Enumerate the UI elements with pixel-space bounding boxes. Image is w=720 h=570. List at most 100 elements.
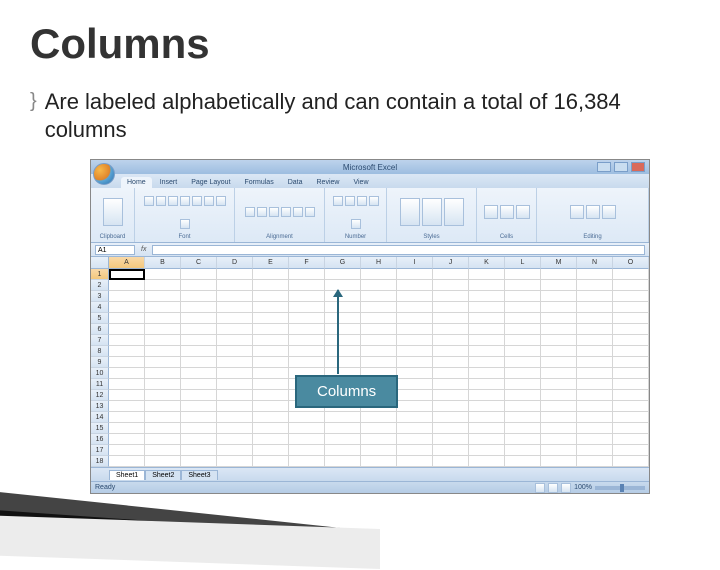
cell[interactable]	[217, 357, 253, 368]
cell[interactable]	[469, 335, 505, 346]
cell[interactable]	[253, 390, 289, 401]
cell[interactable]	[505, 324, 541, 335]
cell[interactable]	[577, 434, 613, 445]
increase-decimal-icon[interactable]	[369, 196, 379, 206]
cell[interactable]	[469, 313, 505, 324]
cell[interactable]	[469, 456, 505, 467]
cell[interactable]	[217, 390, 253, 401]
cell[interactable]	[613, 346, 649, 357]
cell[interactable]	[613, 379, 649, 390]
cell[interactable]	[577, 335, 613, 346]
cell[interactable]	[505, 379, 541, 390]
wrap-text-icon[interactable]	[281, 207, 291, 217]
cell[interactable]	[397, 401, 433, 412]
cell[interactable]	[613, 280, 649, 291]
row-header-10[interactable]: 10	[91, 368, 109, 379]
cell[interactable]	[469, 434, 505, 445]
cell[interactable]	[253, 324, 289, 335]
cell[interactable]	[469, 302, 505, 313]
cell[interactable]	[433, 280, 469, 291]
cell[interactable]	[469, 291, 505, 302]
cell[interactable]	[109, 324, 145, 335]
cell[interactable]	[541, 423, 577, 434]
cell[interactable]	[433, 335, 469, 346]
cell[interactable]	[397, 456, 433, 467]
column-header-J[interactable]: J	[433, 257, 469, 269]
column-header-F[interactable]: F	[289, 257, 325, 269]
cell[interactable]	[145, 346, 181, 357]
column-header-M[interactable]: M	[541, 257, 577, 269]
cell[interactable]	[325, 335, 361, 346]
row-header-13[interactable]: 13	[91, 401, 109, 412]
cell[interactable]	[469, 324, 505, 335]
cell[interactable]	[253, 313, 289, 324]
cell[interactable]	[577, 313, 613, 324]
cell[interactable]	[217, 324, 253, 335]
insert-icon[interactable]	[484, 205, 498, 219]
cell[interactable]	[433, 412, 469, 423]
cell[interactable]	[361, 302, 397, 313]
cell[interactable]	[577, 291, 613, 302]
cell[interactable]	[433, 291, 469, 302]
row-header-7[interactable]: 7	[91, 335, 109, 346]
align-center-icon[interactable]	[257, 207, 267, 217]
cell[interactable]	[577, 456, 613, 467]
cell[interactable]	[613, 335, 649, 346]
cell[interactable]	[433, 313, 469, 324]
cell[interactable]	[397, 269, 433, 280]
row-header-4[interactable]: 4	[91, 302, 109, 313]
cell[interactable]	[361, 324, 397, 335]
cell[interactable]	[577, 357, 613, 368]
cell[interactable]	[505, 302, 541, 313]
delete-icon[interactable]	[500, 205, 514, 219]
cell[interactable]	[253, 269, 289, 280]
cell[interactable]	[541, 379, 577, 390]
row-header-3[interactable]: 3	[91, 291, 109, 302]
decrease-decimal-icon[interactable]	[351, 219, 361, 229]
tab-view[interactable]: View	[347, 177, 374, 188]
cell[interactable]	[109, 346, 145, 357]
cell[interactable]	[397, 357, 433, 368]
cell[interactable]	[397, 335, 433, 346]
minimize-button[interactable]	[597, 162, 611, 172]
cell[interactable]	[577, 412, 613, 423]
cell[interactable]	[397, 390, 433, 401]
row-header-12[interactable]: 12	[91, 390, 109, 401]
cell[interactable]	[469, 368, 505, 379]
view-break-icon[interactable]	[561, 483, 571, 493]
cell[interactable]	[469, 346, 505, 357]
indent-icon[interactable]	[305, 207, 315, 217]
cell[interactable]	[541, 280, 577, 291]
cell[interactable]	[613, 445, 649, 456]
cell[interactable]	[253, 280, 289, 291]
cell[interactable]	[145, 313, 181, 324]
cell[interactable]	[253, 401, 289, 412]
cell[interactable]	[397, 313, 433, 324]
cell[interactable]	[181, 379, 217, 390]
cell[interactable]	[397, 280, 433, 291]
cell[interactable]	[577, 401, 613, 412]
cell[interactable]	[397, 434, 433, 445]
cell[interactable]	[433, 390, 469, 401]
name-box[interactable]: A1	[95, 245, 135, 255]
cell[interactable]	[613, 313, 649, 324]
cell[interactable]	[109, 379, 145, 390]
cell[interactable]	[433, 434, 469, 445]
cell[interactable]	[181, 324, 217, 335]
cell[interactable]	[433, 445, 469, 456]
merge-icon[interactable]	[293, 207, 303, 217]
cell[interactable]	[505, 280, 541, 291]
cell[interactable]	[289, 412, 325, 423]
cell[interactable]	[397, 412, 433, 423]
cell[interactable]	[397, 423, 433, 434]
column-header-B[interactable]: B	[145, 257, 181, 269]
cell[interactable]	[397, 368, 433, 379]
cell[interactable]	[361, 346, 397, 357]
percent-icon[interactable]	[345, 196, 355, 206]
font-size-icon[interactable]	[216, 196, 226, 206]
column-header-C[interactable]: C	[181, 257, 217, 269]
cell[interactable]	[505, 368, 541, 379]
cell[interactable]	[577, 390, 613, 401]
font-color-icon[interactable]	[204, 196, 214, 206]
cell[interactable]	[541, 291, 577, 302]
